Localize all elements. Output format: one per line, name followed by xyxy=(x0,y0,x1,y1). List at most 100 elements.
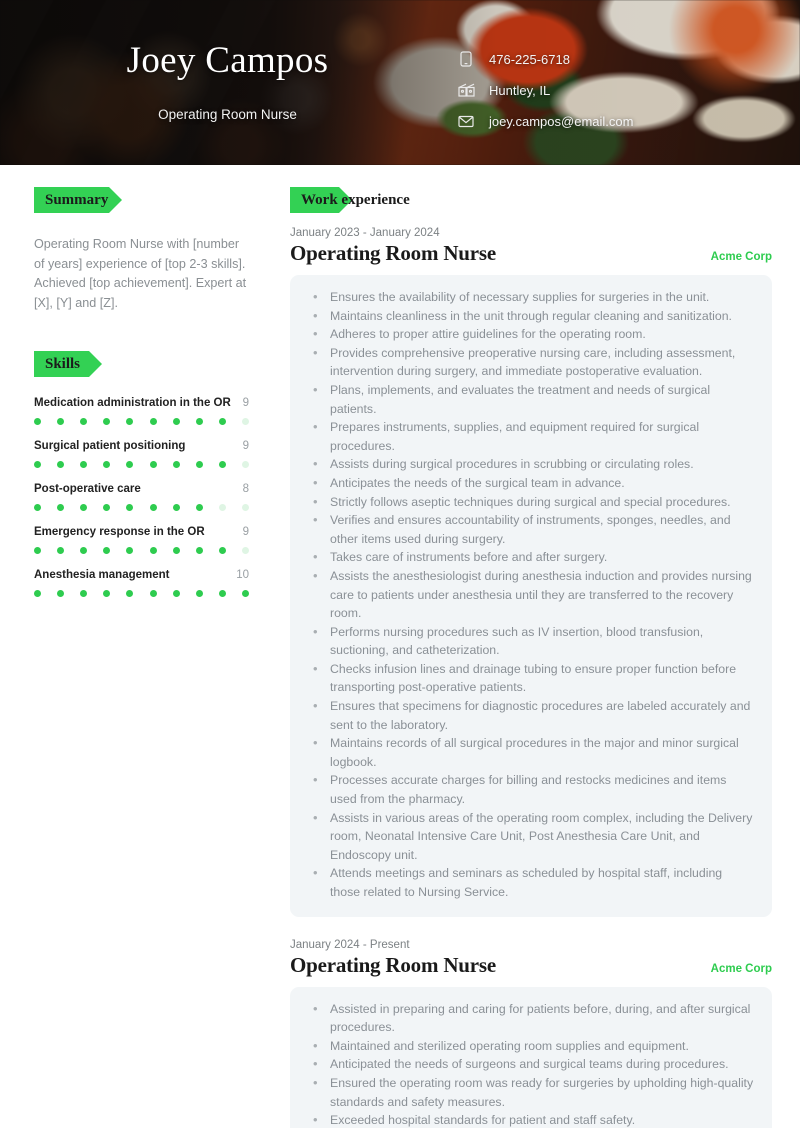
job-bullet: Takes care of instruments before and aft… xyxy=(313,548,754,567)
job-bullet: Assists in various areas of the operatin… xyxy=(313,809,754,865)
job-bullet: Performs nursing procedures such as IV i… xyxy=(313,623,754,660)
rating-dot-filled xyxy=(57,418,65,425)
rating-dot-filled xyxy=(80,590,88,597)
rating-dot-empty xyxy=(241,504,249,511)
skill-score: 8 xyxy=(242,483,249,495)
contact-email[interactable]: joey.campos@email.com xyxy=(455,108,633,134)
skills-heading: Skills xyxy=(34,351,280,377)
contact-phone-value: 476-225-6718 xyxy=(489,51,570,67)
job-bullet: Ensures that specimens for diagnostic pr… xyxy=(313,697,754,734)
skills-heading-label: Skills xyxy=(45,356,81,372)
rating-dot-filled xyxy=(126,461,134,468)
rating-dot-filled xyxy=(57,461,65,468)
rating-dot-empty xyxy=(218,504,226,511)
skill-rating-dots xyxy=(34,418,249,425)
skill-item: Medication administration in the OR 9 xyxy=(34,397,249,425)
work-experience-heading: Work experience xyxy=(290,187,772,213)
rating-dot-empty xyxy=(241,461,249,468)
skill-item: Anesthesia management 10 xyxy=(34,569,249,597)
job-description-card: Ensures the availability of necessary su… xyxy=(290,275,772,917)
job-bullet: Processes accurate charges for billing a… xyxy=(313,771,754,808)
rating-dot-filled xyxy=(103,461,111,468)
skill-item: Emergency response in the OR 9 xyxy=(34,526,249,554)
rating-dot-filled xyxy=(149,504,157,511)
job-date: January 2024 - Present xyxy=(290,938,410,951)
rating-dot-filled xyxy=(149,547,157,554)
rating-dot-filled xyxy=(57,547,65,554)
rating-dot-filled xyxy=(172,504,180,511)
job-bullet: Exceeded hospital standards for patient … xyxy=(313,1111,754,1128)
job-title: Operating Room Nurse xyxy=(290,952,496,977)
job-bullet: Anticipated the needs of surgeons and su… xyxy=(313,1055,754,1074)
rating-dot-empty xyxy=(241,418,249,425)
rating-dot-filled xyxy=(218,418,226,425)
resume-page: Joey Campos Operating Room Nurse 476-225… xyxy=(0,0,800,1128)
rating-dot-filled xyxy=(34,504,41,511)
skills-section: Skills Medication administration in the … xyxy=(34,351,280,597)
rating-dot-filled xyxy=(195,504,203,511)
job-bullet: Adheres to proper attire guidelines for … xyxy=(313,325,754,344)
rating-dot-filled xyxy=(80,461,88,468)
rating-dot-filled xyxy=(218,547,226,554)
rating-dot-filled xyxy=(103,547,111,554)
job-bullet: Attends meetings and seminars as schedul… xyxy=(313,864,754,901)
rating-dot-filled xyxy=(126,418,134,425)
rating-dot-filled xyxy=(172,461,180,468)
job-bullet: Maintains cleanliness in the unit throug… xyxy=(313,307,754,326)
candidate-role: Operating Room Nurse xyxy=(158,107,297,122)
rating-dot-filled xyxy=(103,418,111,425)
job-company: Acme Corp xyxy=(710,962,772,975)
rating-dot-filled xyxy=(195,418,203,425)
job-title: Operating Room Nurse xyxy=(290,241,496,265)
contact-email-value: joey.campos@email.com xyxy=(489,113,634,129)
rating-dot-filled xyxy=(103,504,111,511)
rating-dot-filled xyxy=(172,547,180,554)
rating-dot-filled xyxy=(34,461,41,468)
rating-dot-filled xyxy=(195,590,203,597)
phone-icon xyxy=(455,51,477,67)
rating-dot-filled xyxy=(218,590,226,597)
location-icon xyxy=(455,83,477,97)
job-entry: January 2023 - January 2024 Operating Roo… xyxy=(290,227,772,917)
rating-dot-filled xyxy=(34,418,41,425)
skill-rating-dots xyxy=(34,547,249,554)
rating-dot-filled xyxy=(195,461,203,468)
rating-dot-filled xyxy=(126,547,134,554)
contact-list: 476-225-6718 Huntley, IL joey.campos@ema… xyxy=(455,46,633,139)
skill-score: 9 xyxy=(242,526,249,538)
contact-location[interactable]: Huntley, IL xyxy=(455,77,633,103)
job-date: January 2023 - January 2024 xyxy=(290,227,440,239)
skill-name: Emergency response in the OR xyxy=(34,526,205,538)
rating-dot-filled xyxy=(149,461,157,468)
skills-list: Medication administration in the OR 9 Surg… xyxy=(34,397,280,597)
rating-dot-filled xyxy=(149,590,157,597)
contact-phone[interactable]: 476-225-6718 xyxy=(455,46,633,72)
job-bullet: Provides comprehensive preoperative nurs… xyxy=(313,344,754,381)
job-bullet-list: Ensures the availability of necessary su… xyxy=(308,288,754,902)
rating-dot-filled xyxy=(172,590,180,597)
sidebar: Summary Operating Room Nurse with [numbe… xyxy=(0,165,280,1128)
skill-rating-dots xyxy=(34,504,249,511)
rating-dot-empty xyxy=(241,547,249,554)
job-list: January 2023 - January 2024 Operating Roo… xyxy=(290,227,772,1128)
summary-heading-label: Summary xyxy=(45,192,109,208)
skill-name: Post-operative care xyxy=(34,483,141,495)
skill-rating-dots xyxy=(34,461,249,468)
contact-location-value: Huntley, IL xyxy=(489,82,551,98)
rating-dot-filled xyxy=(80,418,88,425)
rating-dot-filled xyxy=(241,590,249,597)
main-content: Work experience January 2023 - January 2… xyxy=(280,165,800,1128)
job-company: Acme Corp xyxy=(710,251,772,263)
job-bullet: Strictly follows aseptic techniques duri… xyxy=(313,493,754,512)
job-bullet: Assisted in preparing and caring for pat… xyxy=(313,1000,754,1037)
job-bullet: Ensures the availability of necessary su… xyxy=(313,288,754,307)
rating-dot-filled xyxy=(149,418,157,425)
job-entry: January 2024 - Present Operating Room Nur… xyxy=(290,939,772,1128)
job-bullet: Plans, implements, and evaluates the tre… xyxy=(313,381,754,418)
job-bullet-list: Assisted in preparing and caring for pat… xyxy=(308,1000,754,1128)
job-bullet: Verifies and ensures accountability of i… xyxy=(313,511,754,548)
skill-item: Surgical patient positioning 9 xyxy=(34,440,249,468)
rating-dot-filled xyxy=(80,547,88,554)
rating-dot-filled xyxy=(126,504,134,511)
rating-dot-filled xyxy=(218,461,226,468)
